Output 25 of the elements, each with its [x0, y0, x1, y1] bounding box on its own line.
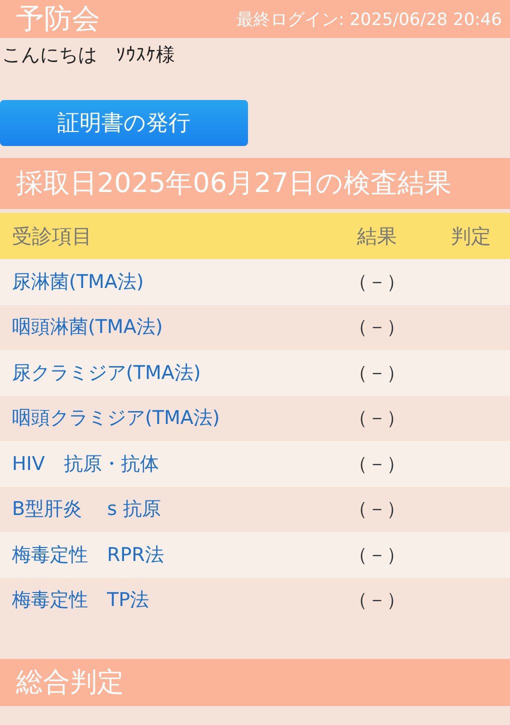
test-result: （－） — [348, 588, 406, 614]
test-item-name: 梅毒定性 TP法 — [11, 588, 150, 614]
column-header: 判定 — [450, 222, 492, 250]
greeting-text: こんにちは ｿｳｽｹ様 — [1, 43, 176, 68]
test-item-name: 梅毒定性 RPR法 — [11, 542, 165, 568]
test-result: （－） — [348, 315, 406, 340]
test-item-name: HIV 抗原・抗体 — [11, 452, 160, 477]
test-item-name: 尿淋菌(TMA法) — [11, 270, 145, 295]
test-item-name: B型肝炎 s 抗原 — [11, 497, 162, 522]
test-item-name: 咽頭クラミジア(TMA法) — [11, 406, 221, 432]
test-result: （－） — [348, 497, 406, 522]
test-result: （－） — [348, 406, 406, 432]
site-title: 予防会 — [16, 1, 100, 37]
section-heading: 採取日2025年06月27日の検査結果 — [0, 158, 510, 209]
test-item-name: 咽頭淋菌(TMA法) — [11, 315, 164, 340]
section-heading: 総合判定 — [0, 659, 510, 706]
test-result: （－） — [348, 360, 406, 386]
test-item-name: 尿クラミジア(TMA法) — [11, 360, 202, 386]
last-login-text: 最終ログイン: 2025/06/28 20:46 — [236, 8, 502, 30]
test-result: （－） — [348, 542, 406, 568]
certificate-button[interactable]: 証明書の発行 — [0, 100, 248, 146]
column-header: 結果 — [356, 222, 398, 250]
test-result: （－） — [348, 452, 406, 477]
column-header: 受診項目 — [11, 222, 93, 250]
test-result: （－） — [348, 270, 406, 295]
